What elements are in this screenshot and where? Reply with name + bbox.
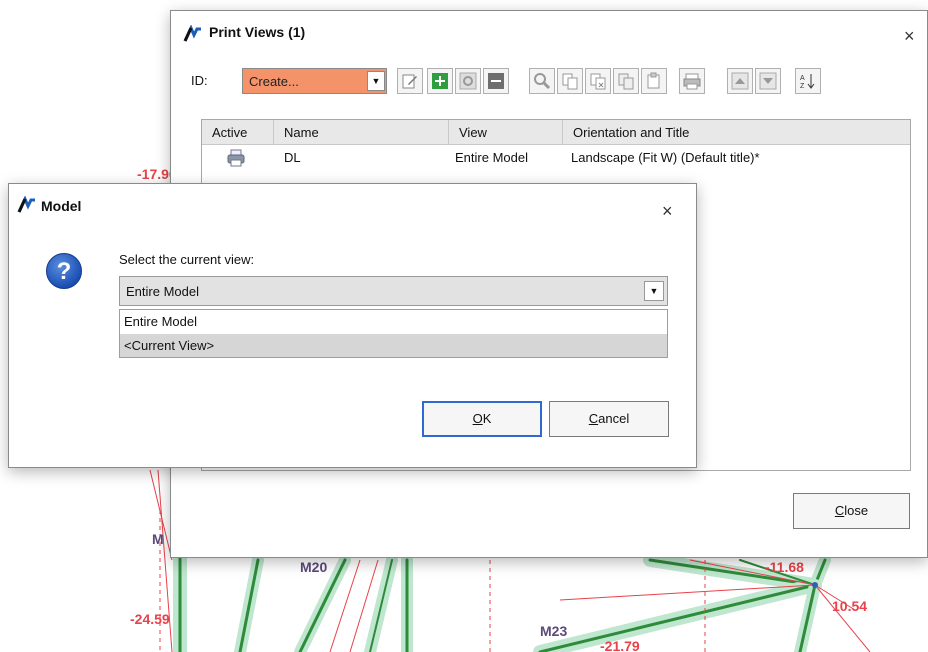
print-views-title: Print Views (1) [209,24,306,40]
row-orientation-title: Landscape (Fit W) (Default title)* [571,150,760,165]
table-row[interactable]: DL Entire Model Landscape (Fit W) (Defau… [202,146,910,170]
chevron-down-icon[interactable]: ▼ [644,281,664,301]
move-down-icon [759,72,777,90]
sort-icon: AZ [800,74,815,90]
copy-x-icon [590,73,606,90]
remove-button[interactable] [483,68,509,94]
ok-label: K [482,411,492,426]
view-prompt: Select the current view: [119,252,255,267]
print-views-close-icon[interactable]: × [904,27,915,45]
close-label: lose [844,503,869,518]
copy-button[interactable] [557,68,583,94]
add-button[interactable] [427,68,453,94]
refresh-icon [459,72,477,90]
table-header: Active Name View Orientation and Title [202,120,910,145]
view-select-value: Entire Model [126,284,199,299]
ok-button[interactable]: OK [422,401,542,437]
svg-text:Z: Z [800,83,805,90]
duplicate-button[interactable] [613,68,639,94]
question-icon: ? [46,253,82,289]
id-label: ID: [191,73,208,88]
member-label: M20 [300,559,328,575]
svg-text:A: A [800,75,805,82]
zoom-button[interactable] [529,68,555,94]
add-icon [432,73,448,89]
edit-button[interactable] [397,68,423,94]
model-dialog-close-icon[interactable]: × [662,202,673,220]
view-dropdown-list: Entire Model <Current View> [119,309,668,358]
paste-button[interactable] [641,68,667,94]
node-point [812,582,818,588]
option-entire-model[interactable]: Entire Model [120,310,667,333]
cancel-mnemonic: C [588,411,599,426]
ok-mnemonic: O [472,411,483,426]
move-up-icon [731,72,749,90]
printer-icon [226,148,246,172]
id-combo-value: Create... [249,74,299,89]
cancel-button[interactable]: Cancel [549,401,669,437]
id-combo[interactable]: Create... ▼ [242,68,387,94]
close-button[interactable]: Close [793,493,910,529]
move-up-button[interactable] [727,68,753,94]
canvas-value-label: 10.54 [832,598,868,614]
canvas-value-label: -21.79 [600,638,640,652]
print-preview-button[interactable] [679,68,705,94]
member-label: M23 [540,623,568,639]
sort-button[interactable]: AZ [795,68,821,94]
close-mnemonic: C [834,503,845,518]
option-current-view[interactable]: <Current View> [120,334,667,357]
app-logo-icon [17,196,37,214]
move-down-button[interactable] [755,68,781,94]
col-name[interactable]: Name [274,120,449,145]
model-dialog: Model × ? Select the current view: Entir… [8,183,697,468]
col-view[interactable]: View [449,120,563,145]
chevron-down-icon[interactable]: ▼ [367,71,385,91]
copy-x-button[interactable] [585,68,611,94]
row-view: Entire Model [455,150,528,165]
canvas-value-label: -11.68 [765,559,804,575]
edit-icon [402,74,417,89]
member-label: M [152,531,164,547]
print-preview-icon [683,73,701,90]
refresh-button[interactable] [455,68,481,94]
copy-icon [562,73,578,90]
duplicate-icon [618,73,634,90]
model-dialog-title: Model [41,198,82,214]
zoom-icon [534,73,551,90]
canvas-value-label: -24.59 [130,611,170,627]
row-name: DL [284,150,301,165]
cancel-label: ancel [598,411,630,426]
view-select[interactable]: Entire Model ▼ [119,276,668,306]
app-logo-icon [183,25,203,43]
paste-icon [647,72,660,89]
remove-icon [488,73,504,89]
col-orientation-title[interactable]: Orientation and Title [563,120,910,145]
col-active[interactable]: Active [202,120,274,145]
